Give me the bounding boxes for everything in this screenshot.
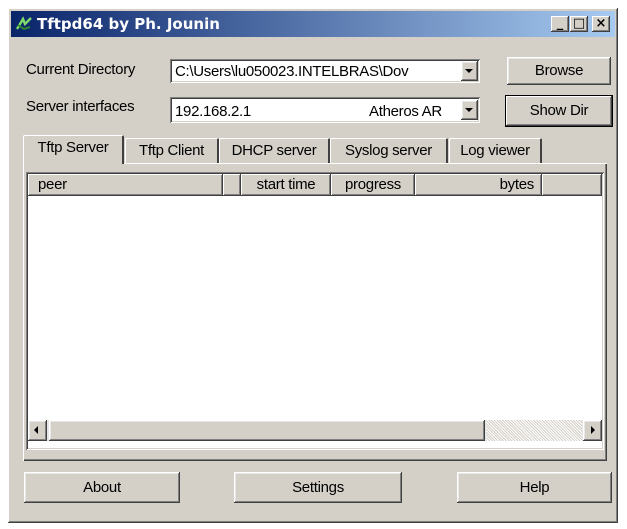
column-header-peer[interactable]: peer [28,174,223,196]
column-header-filler [542,174,602,196]
current-directory-value: C:\Users\lu050023.INTELBRAS\Dov [175,63,409,80]
server-interfaces-combo[interactable]: 192.168.2.1 Atheros AR [170,97,480,123]
scrollbar-track[interactable] [486,420,582,441]
window-title: Tftpd64 by Ph. Jounin [37,15,220,33]
scrollbar-thumb[interactable] [49,420,485,441]
current-directory-label: Current Directory [26,61,136,78]
arrow-right-icon [591,426,595,434]
tftpd-window: Tftpd64 by Ph. Jounin _ □ × Current Dire… [8,8,618,523]
tab-log-viewer[interactable]: Log viewer [449,138,542,163]
tab-tftp-server[interactable]: Tftp Server [23,135,124,164]
current-directory-combo[interactable]: C:\Users\lu050023.INTELBRAS\Dov [170,59,480,83]
server-interfaces-label: Server interfaces [26,98,135,115]
chevron-down-icon [465,108,473,112]
column-header-blank[interactable] [223,174,241,196]
browse-button[interactable]: Browse [507,57,611,85]
column-header-bytes[interactable]: bytes [415,174,542,196]
maximize-button[interactable]: □ [570,16,588,32]
close-button[interactable]: × [592,16,610,32]
server-interfaces-dropdown-button[interactable] [461,100,478,120]
tab-dhcp-server[interactable]: DHCP server [219,138,330,163]
tftpd-app-icon [15,16,32,30]
transfers-list[interactable]: peer start time progress bytes [26,172,604,450]
show-dir-button[interactable]: Show Dir [506,96,612,126]
chevron-down-icon [465,69,473,73]
column-header-start-time[interactable]: start time [241,174,331,196]
scroll-left-button[interactable] [28,420,47,441]
server-interfaces-ip: 192.168.2.1 [175,103,251,120]
arrow-left-icon [34,426,38,434]
about-button[interactable]: About [24,472,180,503]
tab-syslog-server[interactable]: Syslog server [330,138,448,163]
server-interfaces-adapter: Atheros AR [369,103,442,120]
tab-tftp-client[interactable]: Tftp Client [125,138,219,163]
title-bar[interactable]: Tftpd64 by Ph. Jounin _ □ × [11,11,615,37]
current-directory-dropdown-button[interactable] [461,61,478,81]
settings-button[interactable]: Settings [234,472,402,503]
help-button[interactable]: Help [457,472,612,503]
column-header-progress[interactable]: progress [331,174,415,196]
scroll-right-button[interactable] [583,420,602,441]
minimize-button[interactable]: _ [551,16,569,32]
horizontal-scrollbar[interactable] [28,420,602,441]
